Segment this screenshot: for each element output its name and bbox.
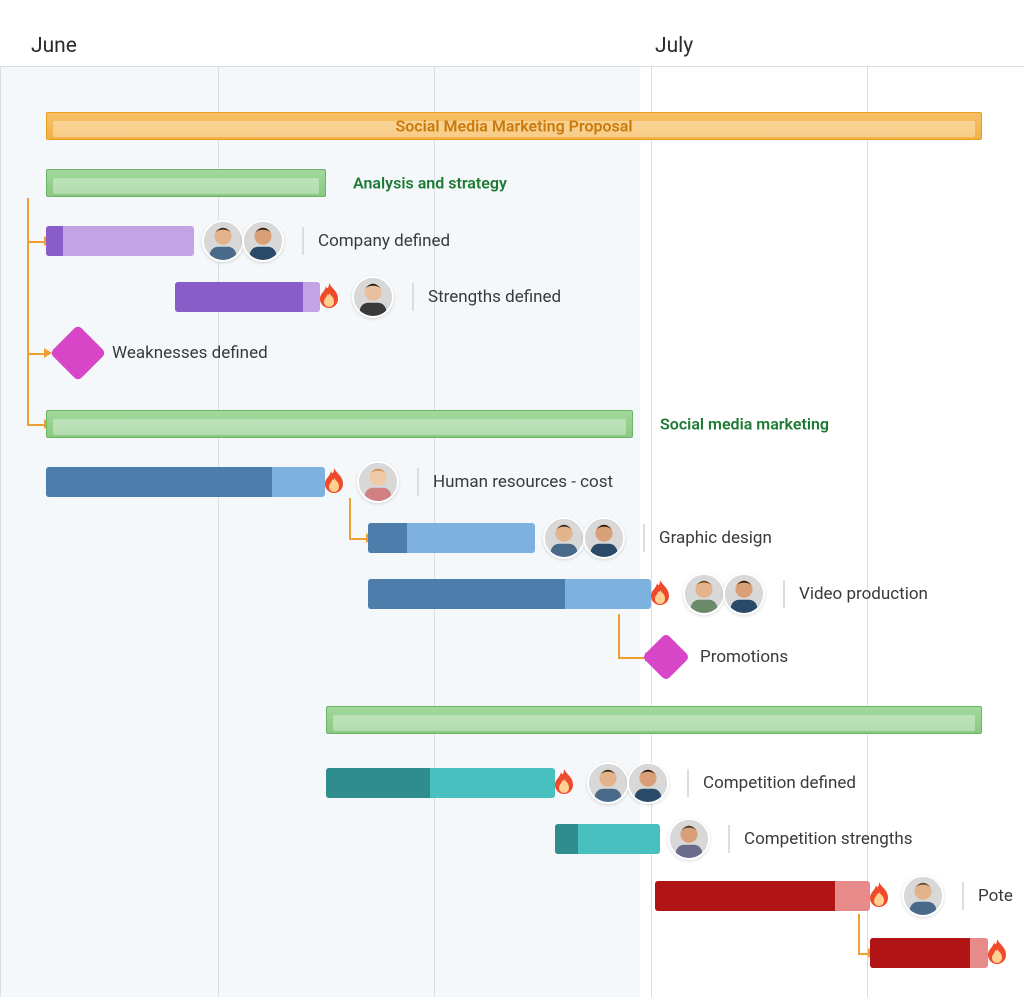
- gantt-row: Graphic design: [0, 518, 1024, 558]
- avatar[interactable]: [202, 220, 244, 262]
- milestone[interactable]: [642, 633, 690, 681]
- task-bar[interactable]: [870, 938, 988, 968]
- flame-icon: [645, 579, 675, 609]
- separator: [962, 882, 964, 910]
- timeline-header: June July: [0, 0, 1024, 67]
- task-progress: [655, 881, 835, 911]
- avatar[interactable]: [627, 762, 669, 804]
- avatar[interactable]: [357, 461, 399, 503]
- summary-label: Social Media Marketing Proposal: [47, 117, 981, 136]
- month-label-july: July: [655, 34, 693, 58]
- task-label: Competition defined: [703, 773, 856, 793]
- gantt-row: Social Media Marketing Proposal: [0, 106, 1024, 146]
- task-label-area: Company defined: [194, 220, 450, 262]
- task-progress: [326, 768, 430, 798]
- task-label: Video production: [799, 584, 928, 604]
- avatar[interactable]: [902, 875, 944, 917]
- milestone[interactable]: [50, 325, 107, 382]
- flame-icon: [549, 768, 579, 798]
- avatar[interactable]: [583, 517, 625, 559]
- task-label: Human resources - cost: [433, 472, 613, 492]
- avatar[interactable]: [587, 762, 629, 804]
- gantt-row: Strengths defined: [0, 277, 1024, 317]
- task-bar[interactable]: Human resources - cost: [46, 467, 325, 497]
- task-label: Graphic design: [659, 528, 772, 548]
- task-bar[interactable]: Competition strengths: [555, 824, 660, 854]
- summary-label: Analysis and strategy: [325, 174, 507, 193]
- task-progress: [46, 226, 63, 256]
- task-bar[interactable]: Competition defined: [326, 768, 555, 798]
- task-label-area: [988, 938, 1012, 968]
- gantt-row: Video production: [0, 574, 1024, 614]
- summary-bar[interactable]: Social Media Marketing Proposal: [46, 112, 982, 140]
- avatar[interactable]: [683, 573, 725, 615]
- task-label-area: Human resources - cost: [325, 461, 613, 503]
- task-label-area: Video production: [651, 573, 928, 615]
- avatar[interactable]: [723, 573, 765, 615]
- task-label-area: Strengths defined: [320, 276, 561, 318]
- task-bar[interactable]: Strengths defined: [175, 282, 320, 312]
- task-label: Pote: [978, 886, 1013, 906]
- separator: [783, 580, 785, 608]
- gantt-row: [0, 933, 1024, 973]
- milestone-label: Weaknesses defined: [112, 343, 268, 363]
- separator: [687, 769, 689, 797]
- gantt-row: Competition defined: [0, 763, 1024, 803]
- task-progress: [870, 938, 970, 968]
- gantt-row: Promotions: [0, 637, 1024, 677]
- summary-bar[interactable]: Social media marketing: [46, 410, 633, 438]
- task-label-area: Competition strengths: [660, 818, 913, 860]
- gantt-chart: June July Social Media Marketing Proposa…: [0, 0, 1024, 997]
- gantt-row: [0, 700, 1024, 740]
- task-progress: [368, 579, 565, 609]
- flame-icon: [982, 938, 1012, 968]
- flame-icon: [314, 282, 344, 312]
- separator: [302, 227, 304, 255]
- task-label: Strengths defined: [428, 287, 561, 307]
- gantt-row: Pote: [0, 876, 1024, 916]
- task-progress: [175, 282, 303, 312]
- task-progress: [368, 523, 407, 553]
- task-label-area: Competition defined: [555, 762, 856, 804]
- task-progress: [46, 467, 272, 497]
- avatar[interactable]: [668, 818, 710, 860]
- summary-label: Social media marketing: [632, 415, 829, 434]
- gantt-row: Company defined: [0, 221, 1024, 261]
- summary-bar[interactable]: [326, 706, 982, 734]
- separator: [728, 825, 730, 853]
- gantt-row: Analysis and strategy: [0, 163, 1024, 203]
- task-progress: [555, 824, 578, 854]
- separator: [412, 283, 414, 311]
- avatar[interactable]: [543, 517, 585, 559]
- flame-icon: [864, 881, 894, 911]
- summary-bar[interactable]: Analysis and strategy: [46, 169, 326, 197]
- task-label: Competition strengths: [744, 829, 913, 849]
- task-bar[interactable]: Video production: [368, 579, 651, 609]
- gantt-row: Weaknesses defined: [0, 333, 1024, 373]
- avatar[interactable]: [352, 276, 394, 318]
- gantt-row: Competition strengths: [0, 819, 1024, 859]
- task-bar[interactable]: Pote: [655, 881, 870, 911]
- task-label-area: Graphic design: [535, 517, 772, 559]
- task-bar[interactable]: Graphic design: [368, 523, 535, 553]
- gantt-row: Social media marketing: [0, 404, 1024, 444]
- flame-icon: [319, 467, 349, 497]
- task-bar[interactable]: Company defined: [46, 226, 194, 256]
- month-label-june: June: [31, 34, 77, 58]
- avatar[interactable]: [242, 220, 284, 262]
- milestone-label: Promotions: [700, 647, 788, 667]
- gantt-row: Human resources - cost: [0, 462, 1024, 502]
- separator: [643, 524, 645, 552]
- task-label: Company defined: [318, 231, 450, 251]
- separator: [417, 468, 419, 496]
- task-label-area: Pote: [870, 875, 1013, 917]
